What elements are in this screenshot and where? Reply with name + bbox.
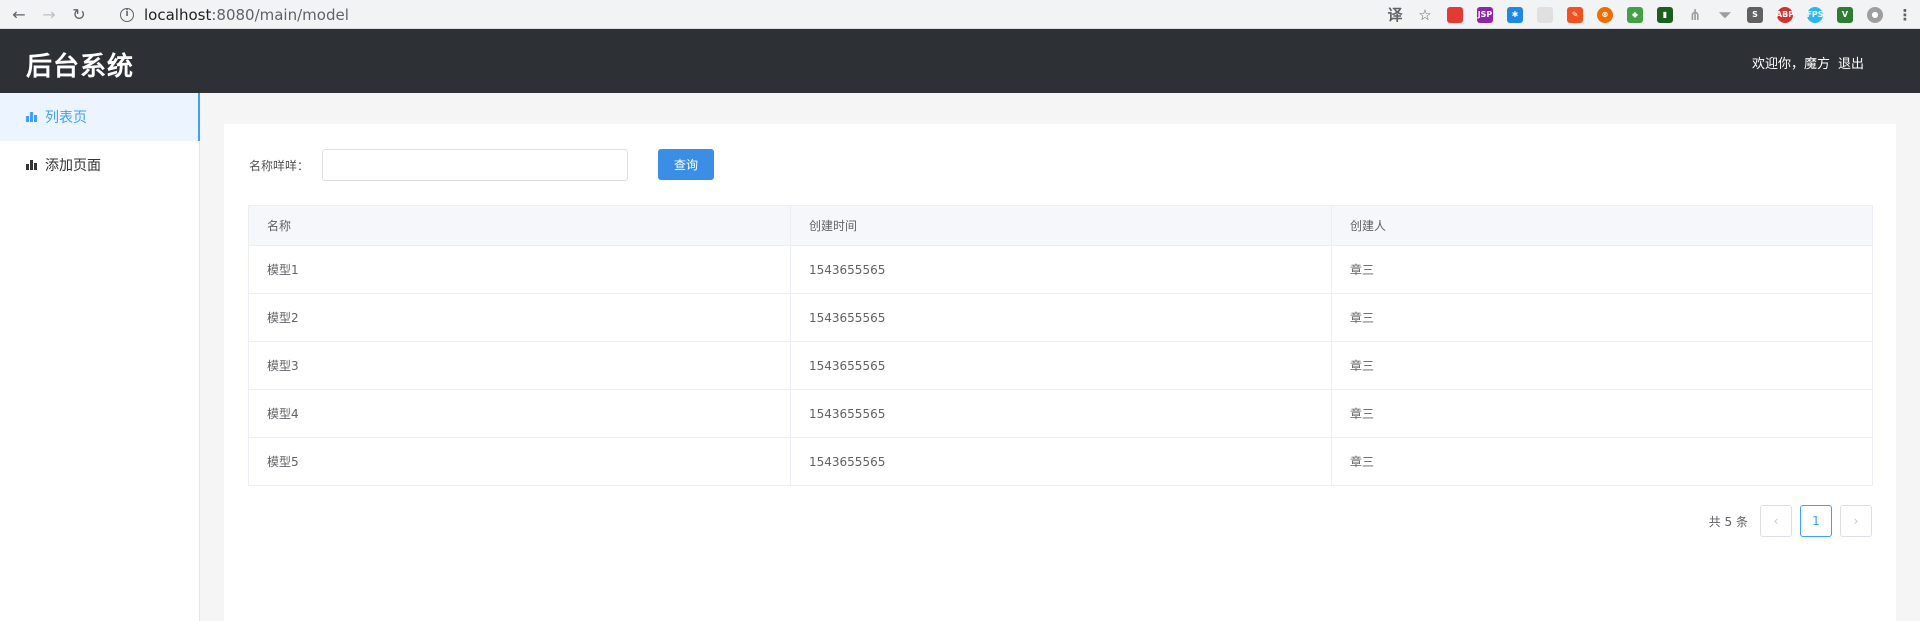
cell-creator: 章三 xyxy=(1331,293,1873,342)
extension-icons: 译 ☆ JSP ✱ ✎ ⊗ ◆ ▮ ⋔ ⏷ S ABP FPS V ● ⋮ xyxy=(1380,0,1920,29)
search-label: 名称咩咩： xyxy=(249,159,310,173)
cell-created-time: 1543655565 xyxy=(790,245,1332,294)
reload-icon[interactable]: ↻ xyxy=(68,3,90,25)
search-input[interactable] xyxy=(322,149,628,181)
pagination: 共 5 条 ‹ 1 › xyxy=(1709,505,1872,537)
app-header: 后台系统 欢迎你，魔方 退出 xyxy=(0,29,1920,93)
ext-purple-icon[interactable]: JSP xyxy=(1477,6,1493,23)
content-panel: 名称咩咩： 查询 名称 创建时间 创建人 模型1 1543655565 章三 模型2 1… xyxy=(224,124,1896,621)
sidebar-item-add-page[interactable]: 添加页面 xyxy=(0,141,199,189)
adblock-icon[interactable]: ABP xyxy=(1776,6,1794,23)
welcome-text: 欢迎你，魔方 xyxy=(1751,57,1830,72)
search-button[interactable]: 查询 xyxy=(658,149,714,180)
ext-tree-icon[interactable]: ⋔ xyxy=(1687,6,1703,24)
cell-name: 模型4 xyxy=(248,389,791,438)
data-table: 名称 创建时间 创建人 模型1 1543655565 章三 模型2 1543655565… xyxy=(248,205,1873,486)
cell-creator: 章三 xyxy=(1331,389,1873,438)
cell-created-time: 1543655565 xyxy=(790,293,1332,342)
column-header-creator: 创建人 xyxy=(1331,205,1873,246)
chevron-right-icon: › xyxy=(1853,514,1859,528)
cell-creator: 章三 xyxy=(1350,455,1375,469)
pagination-total: 共 5 条 xyxy=(1708,514,1748,529)
ext-s-icon[interactable]: S xyxy=(1747,6,1763,23)
column-header-created-time: 创建时间 xyxy=(790,205,1332,246)
cell-name: 模型3 xyxy=(248,341,791,390)
menu-dots-icon[interactable]: ⋮ xyxy=(1897,6,1913,24)
column-header-name: 名称 xyxy=(248,205,791,246)
url-host: localhost xyxy=(144,5,212,24)
page-number-button[interactable]: 1 xyxy=(1800,505,1832,537)
profile-icon[interactable]: ● xyxy=(1867,6,1883,23)
cell-name: 模型5 xyxy=(248,437,791,486)
table-header-row: 名称 创建时间 创建人 xyxy=(248,205,1873,246)
ext-red-icon[interactable] xyxy=(1447,6,1463,23)
ext-asterisk-icon[interactable]: ✱ xyxy=(1507,6,1523,23)
cell-created-time: 1543655565 xyxy=(790,341,1332,390)
browser-toolbar: ← → ↻ i localhost:8080/main/model 译 ☆ JSP ✱… xyxy=(0,0,1920,29)
bar-chart-icon xyxy=(26,112,38,122)
app-title: 后台系统 xyxy=(26,52,135,82)
url-path: :8080/main/model xyxy=(211,5,349,24)
address-bar[interactable]: i localhost:8080/main/model xyxy=(108,2,1384,27)
translate-icon[interactable]: 译 xyxy=(1387,6,1403,24)
next-page-button[interactable]: › xyxy=(1840,505,1872,537)
logout-link[interactable]: 退出 xyxy=(1838,53,1864,72)
cell-created-time: 1543655565 xyxy=(790,437,1332,486)
table-row[interactable]: 模型1 1543655565 章三 xyxy=(248,245,1873,294)
cell-name: 模型1 xyxy=(248,245,791,294)
info-icon[interactable]: i xyxy=(120,7,134,22)
sidebar: 列表页 添加页面 xyxy=(0,93,200,621)
chevron-left-icon: ‹ xyxy=(1773,514,1779,528)
fps-icon[interactable]: FPS xyxy=(1806,6,1824,23)
back-arrow-icon[interactable]: ← xyxy=(8,3,30,25)
cell-creator: 章三 xyxy=(1331,245,1873,294)
cell-name: 模型2 xyxy=(248,293,791,342)
ext-dark-green-icon[interactable]: ▮ xyxy=(1657,6,1673,23)
filter-icon[interactable]: ⏷ xyxy=(1717,6,1733,24)
table-row[interactable]: 模型5 1543655565 章三 xyxy=(248,437,1873,486)
main-content: 名称咩咩： 查询 名称 创建时间 创建人 模型1 1543655565 章三 模型2 1… xyxy=(200,93,1920,621)
cell-created-time: 1543655565 xyxy=(790,389,1332,438)
forward-arrow-icon[interactable]: → xyxy=(38,3,60,25)
cell-creator: 章三 xyxy=(1331,341,1873,390)
sidebar-item-label: 添加页面 xyxy=(45,158,101,174)
sidebar-item-label: 列表页 xyxy=(45,110,87,126)
table-row[interactable]: 模型2 1543655565 章三 xyxy=(248,293,1873,342)
ext-blank-icon[interactable] xyxy=(1537,6,1553,23)
bar-chart-icon xyxy=(26,160,38,170)
star-icon[interactable]: ☆ xyxy=(1417,6,1433,24)
prev-page-button[interactable]: ‹ xyxy=(1760,505,1792,537)
table-row[interactable]: 模型4 1543655565 章三 xyxy=(248,389,1873,438)
user-area: 欢迎你，魔方 退出 xyxy=(1752,53,1864,72)
ext-orange-round-icon[interactable]: ⊗ xyxy=(1597,6,1613,23)
table-row[interactable]: 模型3 1543655565 章三 xyxy=(248,341,1873,390)
ext-green-icon[interactable]: ◆ xyxy=(1627,6,1643,23)
ext-orange-icon[interactable]: ✎ xyxy=(1567,6,1583,23)
sidebar-item-list-page[interactable]: 列表页 xyxy=(0,93,200,141)
vue-icon[interactable]: V xyxy=(1837,6,1853,23)
